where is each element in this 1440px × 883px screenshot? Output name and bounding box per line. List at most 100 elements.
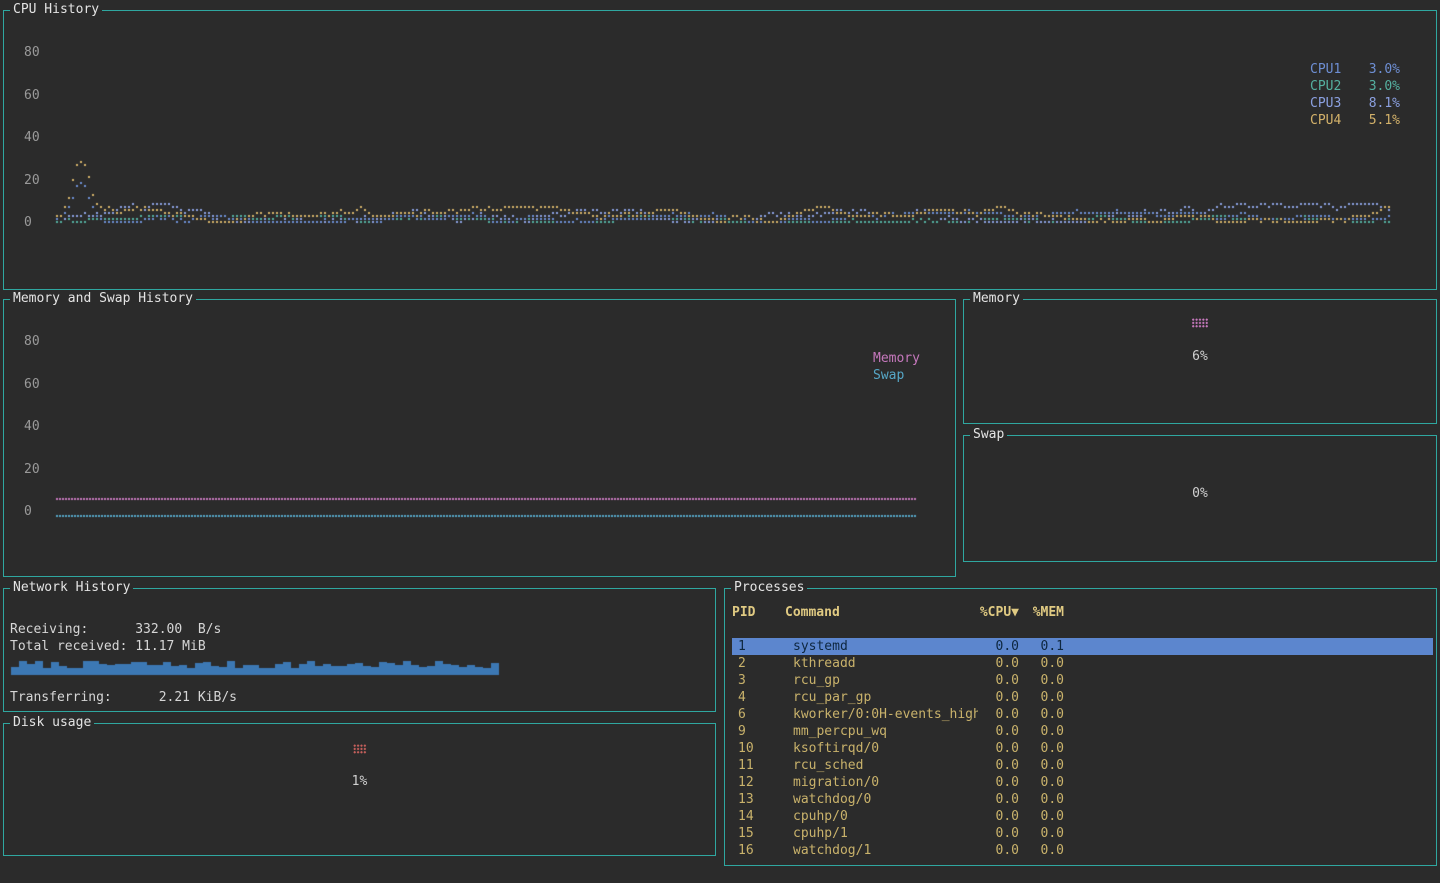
command-cell: systemd [785, 638, 978, 655]
mem-cell: 0.0 [1019, 689, 1064, 706]
process-row[interactable]: 9mm_percpu_wq0.00.0 [732, 723, 1433, 740]
mem-cell: 0.0 [1019, 757, 1064, 774]
swap-percent: 0% [964, 486, 1436, 502]
process-row[interactable]: 4rcu_par_gp0.00.0 [732, 689, 1433, 706]
legend-item: CPU38.1% [1310, 95, 1400, 112]
process-row[interactable]: 16watchdog/10.00.0 [732, 842, 1433, 859]
cpu-history-chart [4, 11, 1436, 289]
legend-label: CPU1 [1310, 61, 1341, 78]
cpu-cell: 0.0 [978, 757, 1019, 774]
pid-cell: 1 [732, 638, 785, 655]
pid-cell: 11 [732, 757, 785, 774]
swap-gauge-panel-title: Swap [970, 427, 1007, 443]
legend-item: CPU4 5.1% [1310, 112, 1400, 129]
cpu-cell: 0.0 [978, 774, 1019, 791]
legend-item: CPU2 3.0% [1310, 78, 1400, 95]
pid-cell: 15 [732, 825, 785, 842]
legend-value: 5.1% [1369, 112, 1400, 129]
memory-gauge-panel-title: Memory [970, 291, 1023, 307]
command-cell: watchdog/1 [785, 842, 978, 859]
command-cell: rcu_sched [785, 757, 978, 774]
command-cell: kthreadd [785, 655, 978, 672]
process-row[interactable]: 14cpuhp/00.00.0 [732, 808, 1433, 825]
y-axis-label: 40 [24, 130, 40, 146]
y-axis-label: 20 [24, 173, 40, 189]
legend-label: Memory [873, 350, 920, 367]
pid-cell: 9 [732, 723, 785, 740]
legend-item: Memory [873, 350, 920, 367]
disk-percent: 1% [4, 774, 715, 790]
pid-cell: 16 [732, 842, 785, 859]
cpu-cell: 0.0 [978, 689, 1019, 706]
command-cell: mm_percpu_wq [785, 723, 978, 740]
column-header-mem[interactable]: %MEM [1019, 604, 1064, 621]
cpu-cell: 0.0 [978, 808, 1019, 825]
process-table[interactable]: 1systemd0.00.12kthreadd0.00.03rcu_gp0.00… [732, 638, 1433, 859]
command-cell: cpuhp/0 [785, 808, 978, 825]
legend-value: 3.0% [1369, 78, 1400, 95]
process-table-header: PIDCommand%CPU▼%MEM [732, 604, 1433, 621]
network-history-panel-title: Network History [10, 580, 133, 596]
disk-usage-panel: Disk usage 1% [3, 723, 716, 856]
pid-cell: 13 [732, 791, 785, 808]
memory-gauge-icon [1192, 318, 1209, 328]
process-row[interactable]: 3rcu_gp0.00.0 [732, 672, 1433, 689]
cpu-cell: 0.0 [978, 740, 1019, 757]
legend-label: CPU4 [1310, 112, 1341, 129]
memory-swap-history-chart [4, 300, 955, 576]
process-row[interactable]: 15cpuhp/10.00.0 [732, 825, 1433, 842]
cpu-legend: CPU13.0%CPU23.0%CPU38.1%CPU45.1% [1310, 61, 1400, 129]
process-row[interactable]: 10ksoftirqd/00.00.0 [732, 740, 1433, 757]
pid-cell: 12 [732, 774, 785, 791]
command-cell: rcu_par_gp [785, 689, 978, 706]
process-row[interactable]: 13watchdog/00.00.0 [732, 791, 1433, 808]
process-row[interactable]: 12migration/00.00.0 [732, 774, 1433, 791]
processes-panel-title: Processes [731, 580, 807, 596]
legend-item: CPU1 3.0% [1310, 61, 1400, 78]
pid-cell: 14 [732, 808, 785, 825]
pid-cell: 2 [732, 655, 785, 672]
process-row[interactable]: 11rcu_sched0.00.0 [732, 757, 1433, 774]
mem-cell: 0.0 [1019, 723, 1064, 740]
memory-swap-history-panel: Memory and Swap History 806040200 Memory… [3, 299, 956, 577]
cpu-cell: 0.0 [978, 723, 1019, 740]
cpu-cell: 0.0 [978, 825, 1019, 842]
cpu-cell: 0.0 [978, 672, 1019, 689]
column-header-cpu[interactable]: %CPU▼ [978, 604, 1019, 621]
column-header-pid[interactable]: PID [732, 604, 785, 621]
command-cell: migration/0 [785, 774, 978, 791]
y-axis-label: 20 [24, 462, 40, 478]
pid-cell: 3 [732, 672, 785, 689]
y-axis-label: 0 [24, 504, 32, 520]
pid-cell: 4 [732, 689, 785, 706]
network-history-panel: Network History Receiving: 332.00 B/s To… [3, 588, 716, 712]
column-header-command[interactable]: Command [785, 604, 978, 621]
memory-gauge-panel: Memory 6% [963, 299, 1437, 424]
y-axis-label: 40 [24, 419, 40, 435]
mem-cell: 0.0 [1019, 706, 1064, 723]
disk-gauge-icon [353, 744, 367, 754]
mem-cell: 0.0 [1019, 774, 1064, 791]
y-axis-label: 80 [24, 45, 40, 61]
memory-swap-legend: MemorySwap [873, 350, 920, 384]
process-row[interactable]: 6kworker/0:0H-events_high0.00.0 [732, 706, 1433, 723]
swap-gauge-panel: Swap 0% [963, 435, 1437, 562]
process-row[interactable]: 1systemd0.00.1 [732, 638, 1433, 655]
legend-value: 3.0% [1369, 61, 1400, 78]
process-row[interactable]: 2kthreadd0.00.0 [732, 655, 1433, 672]
cpu-history-panel: CPU History 806040200 CPU13.0%CPU23.0%CP… [3, 10, 1437, 290]
mem-cell: 0.0 [1019, 825, 1064, 842]
legend-value: 8.1% [1369, 95, 1400, 112]
y-axis-label: 60 [24, 88, 40, 104]
mem-cell: 0.0 [1019, 672, 1064, 689]
pid-cell: 10 [732, 740, 785, 757]
cpu-cell: 0.0 [978, 791, 1019, 808]
command-cell: watchdog/0 [785, 791, 978, 808]
legend-label: Swap [873, 367, 904, 384]
command-cell: cpuhp/1 [785, 825, 978, 842]
cpu-cell: 0.0 [978, 842, 1019, 859]
pid-cell: 6 [732, 706, 785, 723]
y-axis-label: 60 [24, 377, 40, 393]
y-axis-label: 0 [24, 215, 32, 231]
legend-label: CPU2 [1310, 78, 1341, 95]
